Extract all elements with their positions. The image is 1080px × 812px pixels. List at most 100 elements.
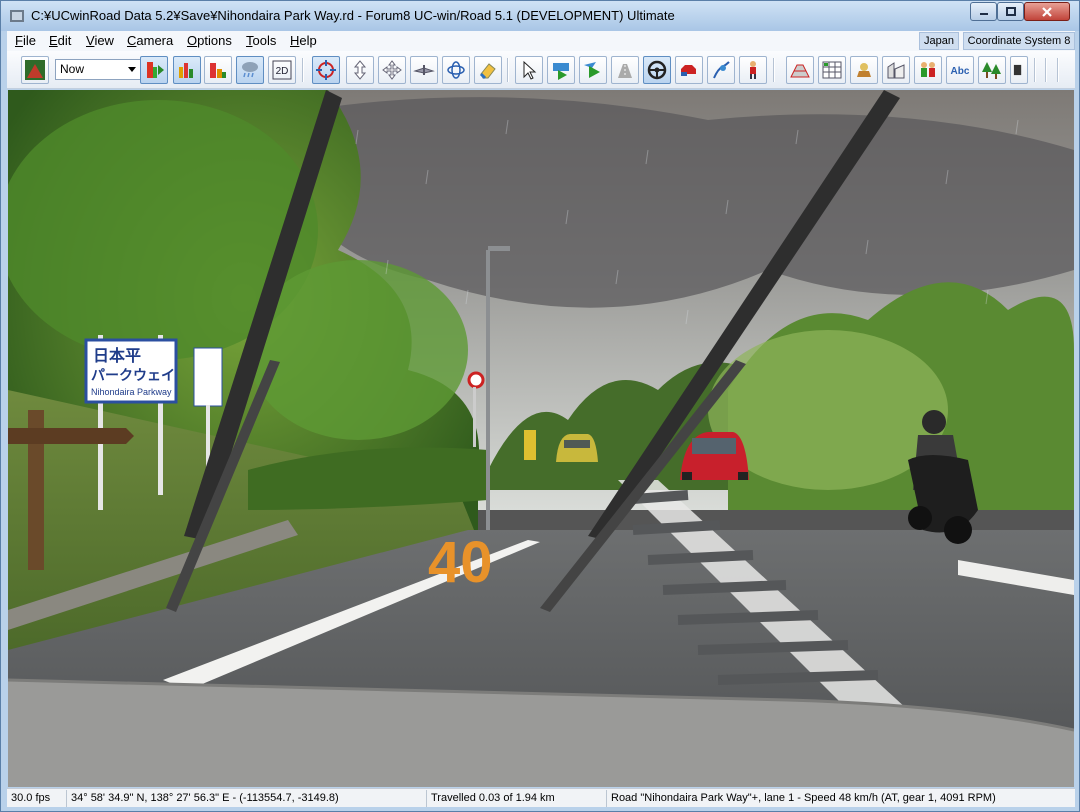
region-indicator[interactable]: Japan: [919, 32, 959, 50]
eraser-button[interactable]: [474, 56, 502, 84]
menu-edit[interactable]: Edit: [49, 33, 71, 48]
pan-button[interactable]: [378, 56, 406, 84]
text-tool-label: Abc: [951, 66, 970, 77]
trees-icon: [982, 62, 1001, 79]
menu-options[interactable]: Options: [187, 33, 232, 48]
app-icon: [10, 10, 24, 22]
view-2d-button[interactable]: 2D: [268, 56, 296, 84]
rain-cloud-icon: [242, 62, 258, 78]
more-button[interactable]: [1010, 56, 1028, 84]
driving-readout: Road "Nihondaira Park Way"+, lane 1 - Sp…: [611, 792, 996, 804]
trees-button[interactable]: [978, 56, 1006, 84]
bar-chart-red-icon: [210, 63, 226, 78]
fly-button[interactable]: [410, 56, 438, 84]
main-toolbar: Now 2D Abc: [7, 51, 1075, 89]
landscape-icon: [25, 60, 45, 80]
view-2d-label: 2D: [276, 66, 289, 77]
coordinate-system-indicator[interactable]: Coordinate System 8: [963, 32, 1075, 50]
travelled-readout: Travelled 0.03 of 1.94 km: [427, 790, 607, 807]
toolbar-separator: [1034, 58, 1036, 82]
bar-chart-icon: [179, 63, 193, 78]
pedestrian-button[interactable]: [739, 56, 767, 84]
drive-play-button[interactable]: [547, 56, 575, 84]
statistics-alt-button[interactable]: [204, 56, 232, 84]
time-of-day-select[interactable]: Now: [55, 59, 141, 80]
close-button[interactable]: [1024, 2, 1070, 21]
text-icon: Abc: [951, 66, 970, 77]
menu-camera[interactable]: Camera: [127, 33, 173, 48]
storm-cloud: [308, 97, 1074, 308]
direction-sign: [8, 428, 134, 444]
fps-readout: 30.0 fps: [7, 790, 67, 807]
menu-view[interactable]: View: [86, 33, 114, 48]
traffic-light-button[interactable]: [140, 56, 168, 84]
menu-bar: File Edit View Camera Options Tools Help…: [7, 31, 1075, 51]
text-button[interactable]: Abc: [946, 56, 974, 84]
chevron-down-icon: [128, 67, 136, 72]
rotate-view-icon: [316, 60, 336, 80]
steering-wheel-icon: [647, 60, 667, 80]
info-sign: [193, 347, 223, 407]
people-button[interactable]: [914, 56, 942, 84]
toolbar-separator: [302, 58, 304, 82]
play-button[interactable]: [579, 56, 607, 84]
vertical-move-button[interactable]: [346, 56, 374, 84]
pointer-button[interactable]: [515, 56, 543, 84]
toolbar-separator: [1045, 58, 1047, 82]
roadside-sign: [524, 430, 536, 460]
orbit-button[interactable]: [442, 56, 470, 84]
maximize-icon: [1005, 7, 1016, 16]
speed-limit-road-marking: 40: [428, 530, 493, 595]
building-icon: [887, 62, 905, 79]
close-icon: [1042, 6, 1052, 17]
application-window: C:¥UCwinRoad Data 5.2¥Save¥Nihondaira Pa…: [0, 0, 1080, 812]
weather-button[interactable]: [236, 56, 264, 84]
rotate-view-button[interactable]: [312, 56, 340, 84]
menu-help[interactable]: Help: [290, 33, 317, 48]
parkway-sign-japanese: 日本平: [93, 346, 141, 365]
minimize-icon: [979, 12, 988, 15]
status-bar: 30.0 fps 34° 58' 34.9" N, 138° 27' 56.3"…: [7, 788, 1075, 807]
street-lamp-arm: [488, 246, 510, 251]
more-icon: [1013, 64, 1022, 76]
window-title: C:¥UCwinRoad Data 5.2¥Save¥Nihondaira Pa…: [31, 8, 675, 23]
pedestrian-icon: [750, 61, 756, 79]
menu-tools[interactable]: Tools: [246, 33, 276, 48]
model-button[interactable]: [850, 56, 878, 84]
position-readout: 34° 58' 34.9" N, 138° 27' 56.3" E - (-11…: [67, 790, 427, 807]
road-select-icon: [618, 64, 632, 78]
toolbar-separator: [507, 58, 509, 82]
road-section-icon: [790, 64, 810, 78]
eraser-icon: [479, 63, 496, 80]
vehicle-button[interactable]: [675, 56, 703, 84]
parkway-sign-katakana: パークウェイ: [91, 367, 175, 383]
driving-scene[interactable]: 40 日本平 パークウェイ Nihondaira Parkway: [8, 90, 1074, 787]
road-select-button[interactable]: [611, 56, 639, 84]
menu-file[interactable]: File: [15, 33, 36, 48]
road-section-button[interactable]: [786, 56, 814, 84]
parkway-sign-english: Nihondaira Parkway: [91, 387, 172, 397]
3d-viewport[interactable]: 40 日本平 パークウェイ Nihondaira Parkway: [8, 90, 1074, 787]
maximize-button[interactable]: [997, 2, 1024, 21]
people-icon: [921, 62, 935, 77]
street-lamp: [486, 250, 490, 530]
pan-icon: [382, 60, 402, 80]
traffic-sign: [467, 371, 485, 389]
vertical-move-icon: [353, 60, 367, 80]
building-button[interactable]: [882, 56, 910, 84]
model-icon: [857, 63, 871, 77]
walk-path-button[interactable]: [707, 56, 735, 84]
orbit-icon: [447, 61, 465, 79]
play-icon: [584, 62, 600, 78]
time-of-day-value: Now: [60, 62, 85, 76]
minimize-button[interactable]: [970, 2, 997, 21]
grid-table-button[interactable]: [818, 56, 846, 84]
title-bar[interactable]: C:¥UCwinRoad Data 5.2¥Save¥Nihondaira Pa…: [1, 1, 1079, 31]
view-2d-icon: 2D: [272, 60, 292, 80]
landscape-button[interactable]: [21, 56, 49, 84]
toolbar-separator: [773, 58, 775, 82]
statistics-button[interactable]: [173, 56, 201, 84]
traffic-light-icon: [147, 62, 164, 78]
pointer-icon: [523, 60, 537, 80]
steering-wheel-button[interactable]: [643, 56, 671, 84]
